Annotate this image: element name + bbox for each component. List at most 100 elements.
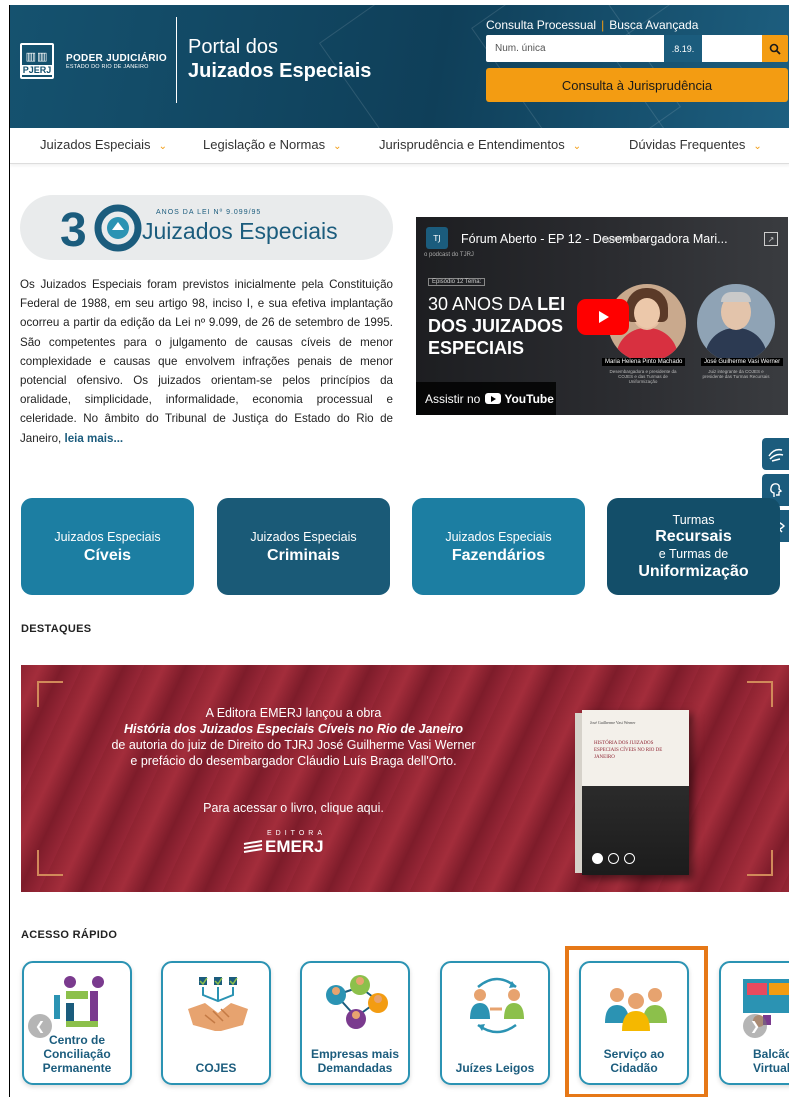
quick-juizes-leigos[interactable]: Juízes Leigos <box>440 961 550 1085</box>
quick-access-label: Balcão Virtual <box>753 1047 789 1075</box>
nav-duvidas-frequentes[interactable]: Dúvidas Frequentes ⌄ <box>629 137 762 152</box>
pjerj-emblem-icon: ▥▥ PJERJ <box>20 43 54 79</box>
header-divider <box>176 17 177 103</box>
chevron-right-icon: ❯ <box>749 1019 761 1033</box>
episode-tag: Episódio 12 Tema: <box>428 278 486 286</box>
banner-line4: e prefácio do desembargador Cláudio Luís… <box>130 754 457 768</box>
sign-language-button[interactable] <box>762 438 789 470</box>
card-title: Criminais <box>267 546 340 564</box>
watch-on-youtube-button[interactable]: Assistir no YouTube <box>416 382 556 415</box>
handshake-icon <box>188 977 248 1031</box>
chevron-down-icon: ⌄ <box>753 141 762 152</box>
youtube-video-embed[interactable]: TJ Fórum Aberto - EP 12 - Desembargadora… <box>416 217 788 415</box>
thirty-years-logo-icon: 3 <box>60 204 142 252</box>
anniversary-title: Juizados Especiais <box>142 218 338 244</box>
card-subtitle: Juizados Especiais <box>445 529 552 544</box>
process-number-input[interactable] <box>486 35 666 62</box>
video-title[interactable]: Fórum Aberto - EP 12 - Desembargadora Ma… <box>461 232 728 246</box>
headline-line3: ESPECIAIS <box>428 338 525 358</box>
page-frame: ▥▥ PJERJ PODER JUDICIÁRIO ESTADO DO RIO … <box>9 5 789 1097</box>
banner-text: A Editora EMERJ lançou a obra História d… <box>21 705 566 769</box>
guest-photo-2 <box>697 284 775 362</box>
jurisprudencia-button[interactable]: Consulta à Jurisprudência <box>486 68 788 102</box>
link-separator: | <box>601 18 605 32</box>
carousel-prev-button[interactable]: ❮ <box>28 1014 52 1038</box>
carousel-next-button[interactable]: ❯ <box>743 1014 767 1038</box>
search-links: Consulta Processual | Busca Avançada <box>486 18 698 32</box>
network-people-icon <box>326 975 388 1029</box>
svg-text:3: 3 <box>60 204 87 252</box>
share-icon[interactable]: ↗ <box>764 232 778 246</box>
sign-language-icon <box>768 448 784 462</box>
youtube-logo-icon: YouTube <box>485 392 554 406</box>
process-search-box: .8.19. <box>486 35 788 62</box>
read-more-link[interactable]: leia mais... <box>64 432 123 445</box>
destaques-banner[interactable]: A Editora EMERJ lançou a obra História d… <box>21 665 789 892</box>
consulta-processual-link[interactable]: Consulta Processual <box>486 18 596 32</box>
nav-label: Juizados Especiais <box>40 137 151 152</box>
card-subtitle-2: e Turmas de <box>658 546 729 561</box>
acesso-rapido-heading: ACESSO RÁPIDO <box>21 929 118 941</box>
card-turmas-recursais[interactable]: Turmas Recursais e Turmas de Uniformizaç… <box>607 498 780 595</box>
card-title: Fazendários <box>451 546 546 564</box>
guest-name-2: José Guilherme Vasi Werner <box>701 358 784 366</box>
main-nav: Juizados Especiais ⌄ Legislação e Normas ⌄… <box>10 128 789 164</box>
card-subtitle: Turmas <box>672 512 715 527</box>
anniversary-badge: 3 ANOS DA LEI Nº 9.099/95 Juizados Espec… <box>20 195 393 260</box>
org-state: ESTADO DO RIO DE JANEIRO <box>66 63 149 70</box>
quick-access-label: Centro de Conciliação Permanente <box>42 1033 112 1075</box>
nav-legislacao-normas[interactable]: Legislação e Normas ⌄ <box>203 137 342 152</box>
book-title: HISTÓRIA DOS JUIZADOS ESPECIAIS CÍVEIS N… <box>594 741 663 760</box>
card-title-2: Uniformização <box>638 562 749 580</box>
org-name: PODER JUDICIÁRIO <box>66 52 167 64</box>
search-icon <box>769 43 781 55</box>
banner-line3: de autoria do juiz de Direito do TJRJ Jo… <box>111 738 476 752</box>
card-title: Recursais <box>655 527 732 545</box>
busca-avancada-link[interactable]: Busca Avançada <box>609 18 698 32</box>
portal-title[interactable]: Portal dos Juizados Especiais <box>188 35 371 83</box>
emerj-logo: EDITORA EMERJ <box>243 830 326 857</box>
speaking-head-icon <box>770 483 783 497</box>
chevron-down-icon: ⌄ <box>158 141 167 152</box>
nav-juizados-especiais[interactable]: Juizados Especiais ⌄ <box>40 137 167 152</box>
quick-empresas-demandadas[interactable]: Empresas mais Demandadas <box>300 961 410 1085</box>
nav-label: Legislação e Normas <box>203 137 326 152</box>
card-subtitle: Juizados Especiais <box>54 529 161 544</box>
emerj-logo-big: EMERJ <box>265 837 324 856</box>
card-juizados-fazendarios[interactable]: Juizados Especiais Fazendários <box>412 498 585 595</box>
headline-part1: 30 ANOS DA <box>428 294 538 314</box>
book-stack-icon <box>243 840 263 853</box>
guest-role-2: Juiz integrante da COJES e presidente da… <box>702 369 770 379</box>
book-author: José Guilherme Vasi Werner <box>590 720 636 725</box>
card-juizados-civeis[interactable]: Juizados Especiais Cíveis <box>21 498 194 595</box>
court-code-chip: .8.19. <box>664 35 702 62</box>
card-subtitle: Juizados Especiais <box>250 529 357 544</box>
search-button[interactable] <box>762 35 788 62</box>
youtube-label: YouTube <box>504 391 554 406</box>
headline-line2: DOS JUIZADOS <box>428 316 564 336</box>
carousel-dot-3[interactable] <box>624 853 635 864</box>
play-icon <box>599 311 609 323</box>
carousel-dot-2[interactable] <box>608 853 619 864</box>
quick-access-label: Empresas mais Demandadas <box>310 1047 400 1075</box>
quick-cojes[interactable]: COJES <box>161 961 271 1085</box>
banner-line1: A Editora EMERJ lançou a obra <box>205 706 382 720</box>
intro-paragraph: Os Juizados Especiais foram previstos in… <box>20 275 393 448</box>
headline-bold: LEI <box>537 294 566 314</box>
portal-title-line2: Juizados Especiais <box>188 60 372 82</box>
guest-role-1: Desembargadora e presidente da COJES e d… <box>609 369 677 384</box>
quick-servico-cidadao[interactable]: Serviço ao Cidadão <box>579 961 689 1085</box>
conciliation-center-icon <box>54 976 104 1027</box>
card-juizados-criminais[interactable]: Juizados Especiais Criminais <box>217 498 390 595</box>
channel-avatar[interactable]: TJ <box>426 227 448 249</box>
book-cover-image: José Guilherme Vasi Werner HISTÓRIA DOS … <box>575 710 689 875</box>
platforms-label: Spotify YouTube <box>604 237 648 243</box>
banner-cta[interactable]: Para acessar o livro, clique aqui. <box>21 801 566 815</box>
quick-access-label: COJES <box>195 1061 237 1075</box>
video-play-button[interactable] <box>577 299 629 335</box>
intro-text: Os Juizados Especiais foram previstos in… <box>20 278 393 445</box>
nav-jurisprudencia[interactable]: Jurisprudência e Entendimentos ⌄ <box>379 137 581 152</box>
judges-exchange-icon <box>470 977 524 1034</box>
carousel-dot-1[interactable] <box>592 853 603 864</box>
pjerj-logo[interactable]: ▥▥ PJERJ PODER JUDICIÁRIO ESTADO DO RIO … <box>20 43 167 79</box>
